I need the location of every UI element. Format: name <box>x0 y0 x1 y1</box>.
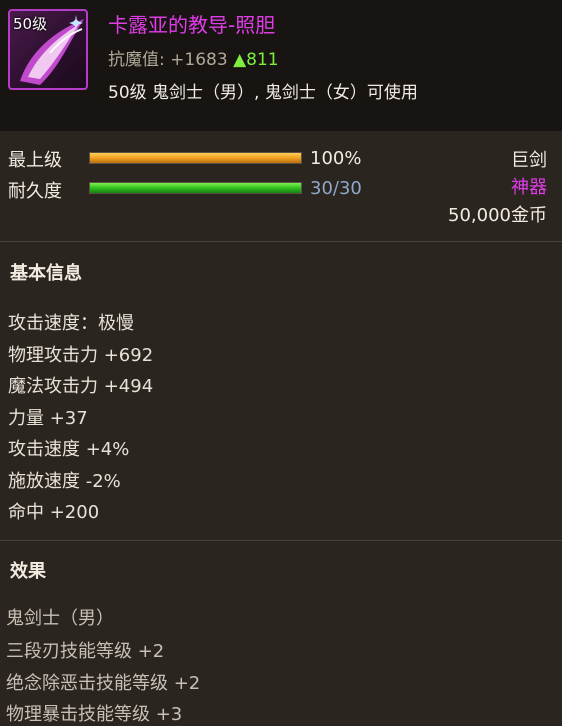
stat-line: 施放速度 -2% <box>8 471 121 492</box>
stat-line: 魔法攻击力 +494 <box>8 376 154 397</box>
effect-line: 物理暴击技能等级 +3 <box>6 704 183 725</box>
durability-bar-fill <box>90 183 301 193</box>
stat-line: 命中 +200 <box>8 502 100 523</box>
durability-bar <box>89 182 302 194</box>
durability-value: 30/30 <box>310 178 362 199</box>
grade-label: 最上级 <box>8 150 62 171</box>
divider <box>0 540 562 541</box>
item-name: 卡露亚的教导-照胆 <box>108 13 276 37</box>
grade-bar-fill <box>90 153 301 163</box>
resist-label: 抗魔值: <box>108 50 165 70</box>
grade-value: 100% <box>310 148 362 169</box>
effect-line: 绝念除恶击技能等级 +2 <box>6 673 201 694</box>
stat-line: 攻击速度：极慢 <box>8 313 134 334</box>
magic-resist-line: 抗魔值: +1683 ▲811 <box>108 45 279 70</box>
effect-line: 鬼剑士（男） <box>6 608 114 629</box>
resist-increase: ▲811 <box>233 50 279 70</box>
usable-by-text: 50级 鬼剑士（男）, 鬼剑士（女）可使用 <box>108 83 418 103</box>
item-icon[interactable]: 50级 <box>8 9 88 90</box>
stat-line: 攻击速度 +4% <box>8 439 130 460</box>
item-level-badge: 50级 <box>13 15 48 33</box>
item-header: 50级 卡露亚的教导-照胆 抗魔值: +1683 ▲811 50级 鬼剑士（男）… <box>0 0 562 131</box>
basic-info-title: 基本信息 <box>10 263 82 284</box>
grade-bar <box>89 152 302 164</box>
effects-title: 效果 <box>10 561 46 582</box>
stat-line: 力量 +37 <box>8 408 88 429</box>
durability-label: 耐久度 <box>8 181 62 202</box>
rarity-label: 神器 <box>511 177 547 198</box>
resist-value: +1683 <box>170 50 228 70</box>
divider <box>0 241 562 242</box>
weapon-type: 巨剑 <box>511 150 547 171</box>
price: 50,000金币 <box>448 205 547 226</box>
effect-line: 三段刃技能等级 +2 <box>6 641 165 662</box>
stat-line: 物理攻击力 +692 <box>8 345 154 366</box>
